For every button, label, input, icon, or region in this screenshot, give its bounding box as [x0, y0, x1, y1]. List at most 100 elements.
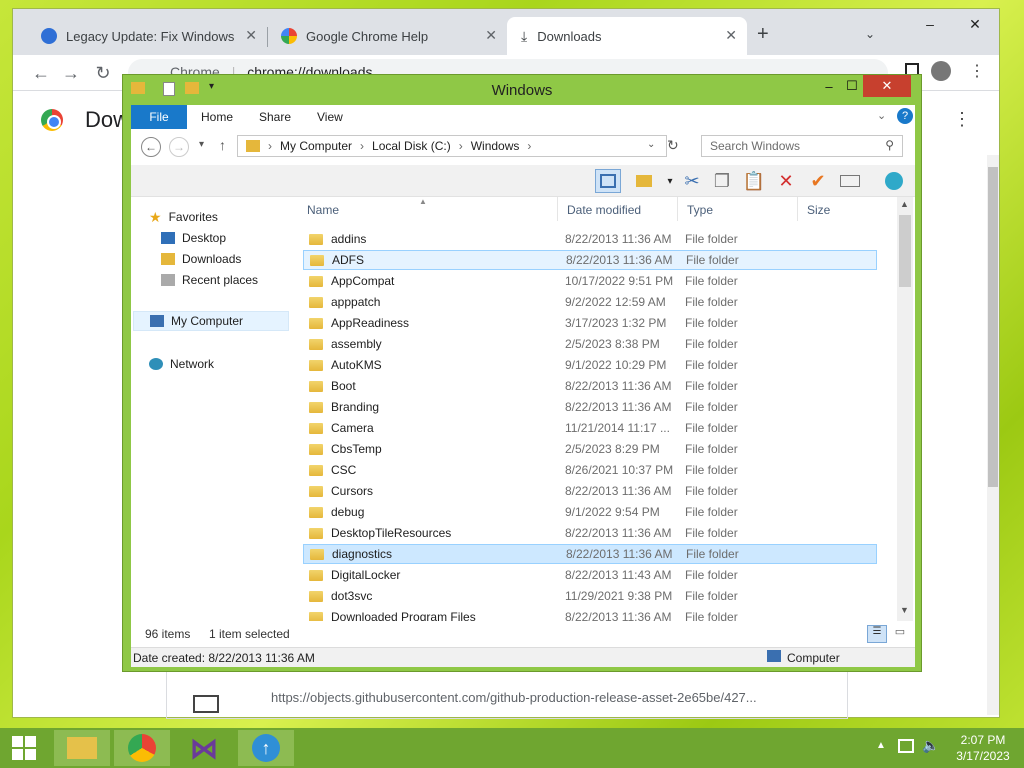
file-row[interactable]: dot3svc 11/29/2021 9:38 PM File folder — [303, 586, 877, 606]
column-type[interactable]: Type — [687, 203, 713, 217]
cut-icon[interactable]: ✂ — [679, 169, 705, 193]
paste-icon[interactable]: 📋 — [741, 169, 767, 193]
breadcrumb-my-computer[interactable]: My Computer — [280, 139, 352, 153]
volume-icon[interactable]: 🔈 — [922, 737, 939, 754]
nav-favorites[interactable]: ★ Favorites — [149, 207, 309, 227]
breadcrumb-windows[interactable]: Windows — [471, 139, 520, 153]
network-icon — [149, 358, 163, 370]
file-date: 11/21/2014 11:17 ... — [565, 421, 670, 435]
file-row[interactable]: DigitalLocker 8/22/2013 11:43 AM File fold… — [303, 565, 877, 585]
back-icon[interactable]: ← — [141, 137, 161, 157]
file-date: 11/29/2021 9:38 PM — [565, 589, 673, 603]
nav-my-computer[interactable]: My Computer — [133, 311, 289, 331]
minimize-button[interactable]: – — [907, 11, 953, 37]
taskbar-visual-studio[interactable]: ⋈ — [176, 730, 232, 766]
forward-icon[interactable]: → — [169, 137, 189, 157]
file-type: File folder — [685, 274, 738, 288]
file-row[interactable]: AppReadiness 3/17/2023 1:32 PM File folder — [303, 313, 877, 333]
breadcrumb[interactable]: › My Computer › Local Disk (C:) › Window… — [237, 135, 667, 157]
refresh-icon[interactable]: ↻ — [667, 137, 679, 154]
close-tab-icon[interactable]: ✕ — [485, 27, 497, 44]
tab-search-chevron-icon[interactable]: ⌄ — [865, 27, 875, 41]
breadcrumb-local-disk[interactable]: Local Disk (C:) — [372, 139, 451, 153]
column-date-modified[interactable]: Date modified — [567, 203, 641, 217]
network-status-icon[interactable] — [898, 739, 914, 753]
new-tab-icon[interactable]: + — [757, 23, 769, 46]
avatar[interactable] — [931, 61, 951, 81]
help-icon[interactable]: ? — [897, 108, 913, 124]
search-input[interactable]: Search Windows ⚲ — [701, 135, 903, 157]
properties-folder-icon[interactable] — [631, 169, 657, 193]
delete-icon[interactable]: ✕ — [773, 169, 799, 193]
expand-ribbon-icon[interactable]: ⌄ — [877, 109, 886, 122]
file-row[interactable]: diagnostics 8/22/2013 11:36 AM File folder — [303, 544, 877, 564]
tab-legacy-update[interactable]: Legacy Update: Fix Windows Upd ✕ — [27, 17, 267, 55]
file-type: File folder — [685, 316, 738, 330]
tab-file[interactable]: File — [131, 105, 187, 129]
column-size[interactable]: Size — [807, 203, 830, 217]
address-dropdown-icon[interactable]: ⌄ — [647, 139, 655, 150]
file-name: addins — [331, 232, 367, 246]
close-button[interactable]: ✕ — [863, 75, 911, 97]
globe-icon[interactable] — [881, 169, 907, 193]
up-icon[interactable]: ↑ — [219, 137, 226, 153]
file-row[interactable]: addins 8/22/2013 11:36 AM File folder — [303, 229, 877, 249]
tab-share[interactable]: Share — [259, 105, 291, 129]
rename-icon[interactable] — [837, 169, 863, 193]
forward-icon[interactable]: → — [57, 61, 85, 85]
minimize-button[interactable]: – — [817, 75, 841, 97]
taskbar-file-explorer[interactable] — [54, 730, 110, 766]
preview-pane-icon[interactable] — [595, 169, 621, 193]
file-row[interactable]: AutoKMS 9/1/2022 10:29 PM File folder — [303, 355, 877, 375]
tab-view[interactable]: View — [317, 105, 343, 129]
file-row[interactable]: Boot 8/22/2013 11:36 AM File folder — [303, 376, 877, 396]
maximize-button[interactable]: ☐ — [841, 75, 863, 97]
selection-count: 1 item selected — [209, 627, 290, 641]
file-row[interactable]: Cursors 8/22/2013 11:36 AM File folder — [303, 481, 877, 501]
large-icons-view-icon[interactable]: ▭ — [891, 625, 909, 643]
page-menu-icon[interactable]: ⋮ — [953, 109, 971, 130]
details-view-icon[interactable]: ☰ — [867, 625, 887, 643]
nav-recent-places[interactable]: Recent places — [161, 270, 321, 290]
file-row[interactable]: apppatch 9/2/2022 12:59 AM File folder — [303, 292, 877, 312]
folder-icon — [309, 359, 323, 371]
clock[interactable]: 2:07 PM 3/17/2023 — [950, 732, 1016, 764]
page-scrollbar[interactable] — [987, 155, 999, 715]
nav-desktop[interactable]: Desktop — [161, 228, 321, 248]
taskbar-chrome[interactable] — [114, 730, 170, 766]
checkmark-icon[interactable]: ✔ — [805, 169, 831, 193]
file-row[interactable]: ADFS 8/22/2013 11:36 AM File folder — [303, 250, 877, 270]
close-tab-icon[interactable]: ✕ — [245, 27, 257, 44]
copy-icon[interactable]: ❐ — [709, 169, 735, 193]
taskbar-legacy-update[interactable]: ↑ — [238, 730, 294, 766]
download-url[interactable]: https://objects.githubusercontent.com/gi… — [271, 690, 757, 705]
file-row[interactable]: debug 9/1/2022 9:54 PM File folder — [303, 502, 877, 522]
file-row[interactable]: CbsTemp 2/5/2023 8:29 PM File folder — [303, 439, 877, 459]
close-window-button[interactable]: ✕ — [953, 11, 997, 37]
recent-locations-icon[interactable]: ▾ — [199, 139, 204, 150]
chrome-menu-icon[interactable]: ⋮ — [969, 61, 985, 81]
folder-icon — [309, 485, 323, 497]
explorer-titlebar[interactable]: ▾ Windows – ☐ ✕ — [123, 75, 921, 105]
file-list-scrollbar[interactable]: ▲ ▼ — [897, 197, 913, 621]
close-tab-icon[interactable]: ✕ — [725, 27, 737, 44]
start-button[interactable] — [0, 730, 48, 766]
nav-downloads[interactable]: Downloads — [161, 249, 321, 269]
back-icon[interactable]: ← — [27, 61, 55, 85]
nav-network[interactable]: Network — [149, 354, 309, 374]
tab-downloads[interactable]: ⤓ Downloads ✕ — [507, 17, 747, 55]
tab-home[interactable]: Home — [201, 105, 233, 129]
tab-chrome-help[interactable]: Google Chrome Help ✕ — [267, 17, 507, 55]
file-row[interactable]: Branding 8/22/2013 11:36 AM File folder — [303, 397, 877, 417]
file-row[interactable]: assembly 2/5/2023 8:38 PM File folder — [303, 334, 877, 354]
column-name[interactable]: Name — [307, 203, 339, 217]
download-icon: ⤓ — [521, 27, 528, 44]
reload-icon[interactable]: ↻ — [89, 61, 117, 85]
show-hidden-icons[interactable]: ▲ — [876, 740, 886, 751]
file-row[interactable]: DesktopTileResources 8/22/2013 11:36 AM Fi… — [303, 523, 877, 543]
status-bar: 96 items 1 item selected ☰ ▭ — [131, 621, 915, 647]
file-row[interactable]: CSC 8/26/2021 10:37 PM File folder — [303, 460, 877, 480]
file-row[interactable]: AppCompat 10/17/2022 9:51 PM File folder — [303, 271, 877, 291]
file-row[interactable]: Camera 11/21/2014 11:17 ... File folder — [303, 418, 877, 438]
folder-icon — [309, 590, 323, 602]
